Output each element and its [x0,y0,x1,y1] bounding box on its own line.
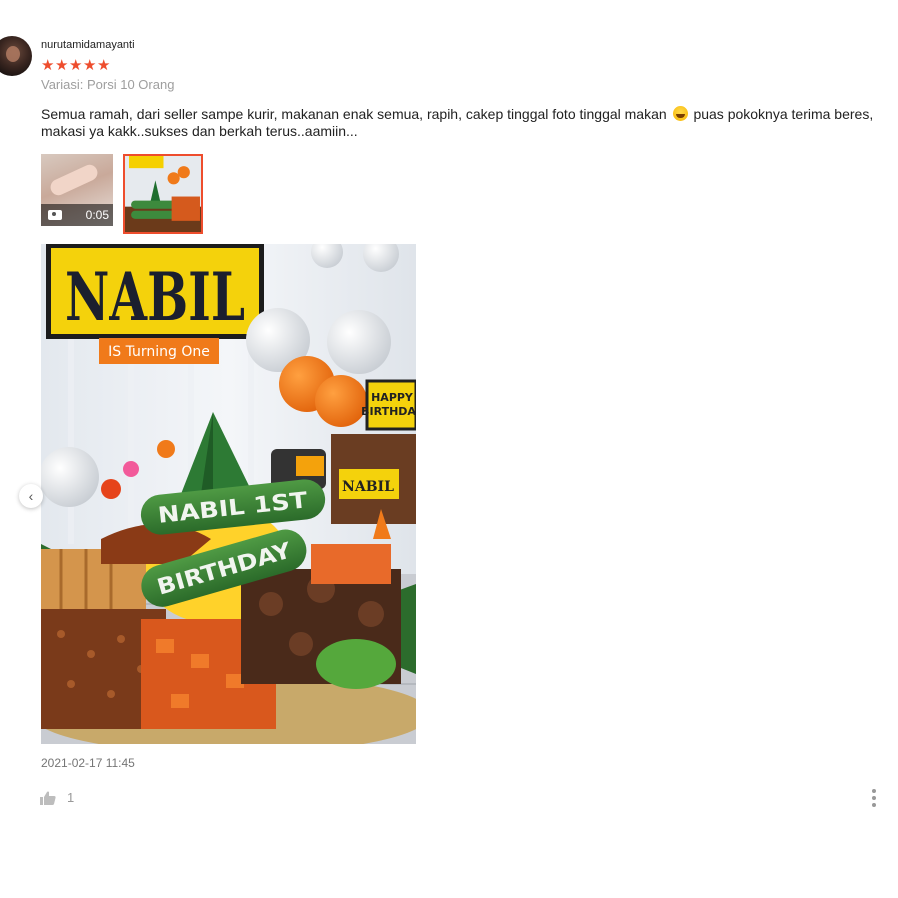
rating-stars: ★ ★ ★ ★ ★ [41,58,110,73]
username: nurutamidamayanti [41,39,135,51]
review-text-part1: Semua ramah, dari seller sampe kurir, ma… [41,106,667,122]
product-variant: Variasi: Porsi 10 Orang [41,77,175,92]
star-icon: ★ [55,57,69,74]
chevron-left-icon: ‹ [28,488,34,504]
avatar[interactable] [0,36,32,76]
review-photo-image: NABIL IS Turning One HAPPY BIRTHDAY NABI… [41,244,416,744]
like-button[interactable]: 1 [40,790,74,805]
review-photo[interactable]: NABIL IS Turning One HAPPY BIRTHDAY NABI… [41,244,416,744]
review-date: 2021-02-17 11:45 [41,756,135,770]
photo-banner-sub: IS Turning One [108,344,210,360]
photo-cake-name: NABIL [342,479,394,495]
star-icon: ★ [97,57,111,74]
video-thumbnail[interactable]: 0:05 [41,154,113,226]
photo-banner-name: NABIL [65,258,245,336]
like-count: 1 [67,790,75,805]
photo-thumbnail-image [125,156,201,232]
review-text: Semua ramah, dari seller sampe kurir, ma… [41,106,881,140]
video-camera-icon [48,210,62,220]
prev-photo-button[interactable]: ‹ [19,484,43,508]
photo-sign-birthday: BIRTHDAY [361,405,416,418]
star-icon: ★ [69,57,83,74]
video-duration: 0:05 [85,208,109,222]
photo-sign-happy: HAPPY [371,391,414,404]
more-vertical-icon [872,789,876,793]
video-info-bar: 0:05 [41,204,113,226]
star-icon: ★ [41,57,55,74]
rofl-emoji-icon [672,106,688,121]
more-options-button[interactable] [869,789,879,807]
star-icon: ★ [83,57,97,74]
photo-thumbnail-selected[interactable] [123,154,203,234]
thumbs-up-icon [40,791,56,805]
